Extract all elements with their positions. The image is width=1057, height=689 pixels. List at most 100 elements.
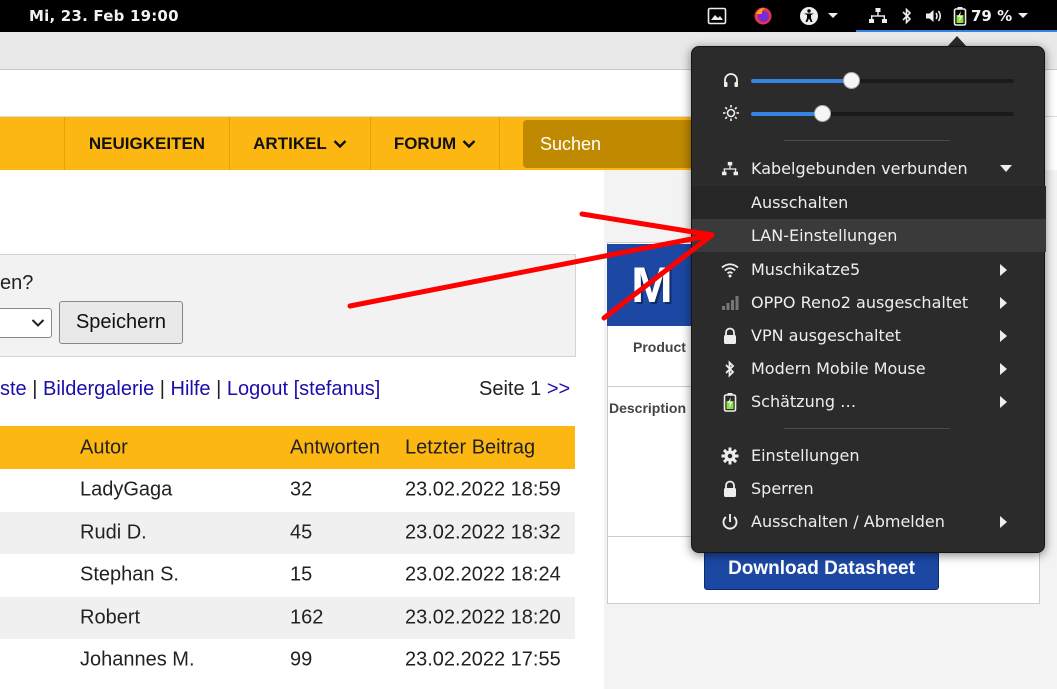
menu-item-wired-off[interactable]: Ausschalten [692, 186, 1046, 219]
col-antworten[interactable]: Antworten [290, 436, 380, 459]
cell-antworten: 15 [290, 563, 313, 586]
site-search-input[interactable]: Suchen [523, 120, 703, 168]
form-question: en? [0, 272, 34, 294]
option-select[interactable] [0, 308, 52, 338]
chevron-right-icon [1000, 264, 1007, 276]
screenshot-tray-button[interactable] [707, 4, 727, 28]
volume-track [751, 72, 1014, 89]
table-row[interactable]: Johannes M. 99 23.02.2022 17:55 [0, 639, 575, 682]
network-wired-icon [721, 160, 739, 178]
link-gallery[interactable]: Bildergalerie [43, 378, 154, 400]
product-logo: M [607, 244, 697, 326]
chevron-down-icon [828, 13, 838, 18]
table-row[interactable]: Stephan S. 15 23.02.2022 18:24 [0, 554, 575, 597]
cell-letzter-beitrag: 23.02.2022 18:24 [405, 563, 561, 586]
battery-charging-icon [721, 393, 739, 412]
system-tray-button[interactable]: 79 % [868, 4, 1030, 28]
chevron-right-icon [1000, 363, 1007, 375]
brightness-fill [751, 112, 822, 116]
chevron-down-icon [333, 139, 347, 148]
menu-item-settings[interactable]: Einstellungen [692, 439, 1046, 472]
volume-slider[interactable] [692, 69, 1046, 93]
table-row[interactable]: LadyGaga 32 23.02.2022 18:59 [0, 469, 575, 512]
battery-charging-icon [953, 7, 967, 26]
link-logout[interactable]: Logout [stefanus] [227, 378, 380, 400]
chevron-down-icon [1018, 13, 1029, 18]
brightness-slider[interactable] [692, 102, 1046, 126]
nav-forum[interactable]: FORUM [370, 117, 500, 170]
menu-separator [784, 140, 950, 141]
cell-antworten: 162 [290, 606, 324, 629]
gear-icon [721, 447, 739, 465]
menu-item-battery[interactable]: Schätzung … [692, 385, 1046, 418]
accessibility-icon [800, 7, 818, 25]
col-letzter-beitrag[interactable]: Letzter Beitrag [405, 436, 535, 459]
description-label: Description [609, 400, 687, 416]
bluetooth-icon [721, 360, 739, 378]
link-help[interactable]: Hilfe [171, 378, 211, 400]
firefox-tray-button[interactable] [753, 4, 773, 28]
chevron-down-icon [31, 319, 45, 327]
brightness-icon [723, 105, 739, 121]
system-menu: Kabelgebunden verbunden Ausschalten LAN-… [691, 46, 1046, 553]
chevron-right-icon [1000, 330, 1007, 342]
top-bar: Mi, 23. Feb 19:00 79 % [0, 0, 1057, 32]
menu-item-lan-settings[interactable]: LAN-Einstellungen [692, 219, 1046, 252]
link-list[interactable]: ste [0, 378, 27, 400]
pagination: Seite 1 >> [479, 378, 571, 400]
chevron-down-icon [462, 139, 476, 148]
menu-item-power[interactable]: Ausschalten / Abmelden [692, 505, 1046, 538]
brightness-handle[interactable] [814, 105, 831, 122]
wifi-icon [721, 261, 739, 279]
menu-separator [784, 428, 950, 429]
product-label: Product [633, 339, 686, 355]
volume-icon [926, 10, 942, 22]
vpn-lock-icon [721, 327, 739, 345]
table-header: Autor Antworten Letzter Beitrag [0, 426, 575, 469]
chevron-right-icon [1000, 297, 1007, 309]
forum-links: ste | Bildergalerie | Hilfe | Logout [st… [0, 378, 381, 400]
table-row[interactable]: Rudi D. 45 23.02.2022 18:32 [0, 511, 575, 554]
cell-autor: Robert [80, 606, 141, 629]
volume-handle[interactable] [842, 72, 860, 89]
brightness-track [751, 105, 1014, 122]
next-page-link[interactable]: >> [547, 378, 570, 400]
cell-antworten: 45 [290, 521, 313, 544]
cell-letzter-beitrag: 23.02.2022 18:59 [405, 478, 561, 501]
menu-item-wifi[interactable]: Muschikatze5 [692, 253, 1046, 286]
download-datasheet-button[interactable]: Download Datasheet [704, 548, 939, 590]
cell-autor: Johannes M. [80, 648, 195, 671]
menu-item-wired[interactable]: Kabelgebunden verbunden [692, 152, 1046, 185]
firefox-icon [754, 7, 772, 25]
accessibility-menu-button[interactable] [799, 4, 840, 28]
lock-icon [721, 480, 739, 498]
forum-thread-table: Autor Antworten Letzter Beitrag LadyGaga… [0, 426, 575, 682]
cell-autor: Rudi D. [80, 521, 147, 544]
cell-antworten: 32 [290, 478, 313, 501]
menu-item-lock[interactable]: Sperren [692, 472, 1046, 505]
chevron-right-icon [1000, 396, 1007, 408]
chevron-down-icon [1000, 165, 1012, 172]
menu-item-vpn[interactable]: VPN ausgeschaltet [692, 319, 1046, 352]
bluetooth-icon [902, 7, 912, 25]
cell-letzter-beitrag: 23.02.2022 18:20 [405, 606, 561, 629]
divider [607, 386, 697, 387]
volume-fill [751, 79, 851, 83]
clock[interactable]: Mi, 23. Feb 19:00 [29, 7, 179, 25]
network-wired-icon [869, 8, 887, 23]
cellular-icon [721, 294, 739, 312]
headphones-icon [724, 73, 738, 87]
cell-letzter-beitrag: 23.02.2022 18:32 [405, 521, 561, 544]
cell-autor: LadyGaga [80, 478, 173, 501]
col-autor[interactable]: Autor [80, 436, 128, 459]
table-row[interactable]: Robert 162 23.02.2022 18:20 [0, 596, 575, 639]
chevron-right-icon [1000, 516, 1007, 528]
power-icon [721, 513, 739, 531]
menu-item-mobile-broadband[interactable]: OPPO Reno2 ausgeschaltet [692, 286, 1046, 319]
cell-antworten: 99 [290, 648, 313, 671]
cell-letzter-beitrag: 23.02.2022 17:55 [405, 648, 561, 671]
nav-neuigkeiten[interactable]: NEUIGKEITEN [64, 117, 229, 170]
menu-item-bluetooth[interactable]: Modern Mobile Mouse [692, 352, 1046, 385]
nav-artikel[interactable]: ARTIKEL [229, 117, 370, 170]
save-button[interactable]: Speichern [59, 301, 183, 344]
